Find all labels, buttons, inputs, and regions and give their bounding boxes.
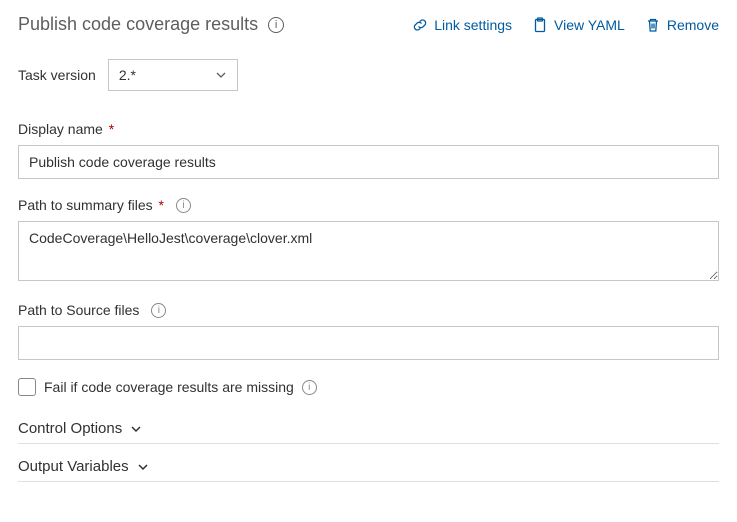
fail-missing-label: Fail if code coverage results are missin… (44, 379, 294, 395)
output-variables-section[interactable]: Output Variables (18, 458, 719, 482)
control-options-label: Control Options (18, 420, 122, 437)
chevron-down-icon (137, 461, 149, 473)
task-version-label: Task version (18, 67, 96, 83)
output-variables-label: Output Variables (18, 458, 129, 475)
remove-label: Remove (667, 17, 719, 33)
summary-path-label: Path to summary files (18, 197, 153, 213)
task-version-select[interactable]: 2.* (108, 59, 238, 91)
view-yaml-button[interactable]: View YAML (532, 17, 625, 33)
required-asterisk: * (105, 121, 114, 137)
chevron-down-icon (215, 69, 227, 81)
link-icon (412, 17, 428, 33)
task-version-value: 2.* (119, 67, 136, 83)
view-yaml-label: View YAML (554, 17, 625, 33)
remove-button[interactable]: Remove (645, 17, 719, 33)
link-settings-button[interactable]: Link settings (412, 17, 512, 33)
chevron-down-icon (130, 423, 142, 435)
trash-icon (645, 17, 661, 33)
summary-path-input[interactable] (18, 221, 719, 281)
required-asterisk: * (155, 197, 164, 213)
control-options-section[interactable]: Control Options (18, 420, 719, 444)
fail-missing-checkbox[interactable] (18, 378, 36, 396)
clipboard-icon (532, 17, 548, 33)
info-icon[interactable]: i (302, 380, 317, 395)
page-title: Publish code coverage results (18, 14, 258, 35)
source-path-input[interactable] (18, 326, 719, 360)
info-icon[interactable]: i (268, 17, 284, 33)
info-icon[interactable]: i (151, 303, 166, 318)
display-name-label: Display name (18, 121, 103, 137)
display-name-input[interactable] (18, 145, 719, 179)
link-settings-label: Link settings (434, 17, 512, 33)
info-icon[interactable]: i (176, 198, 191, 213)
source-path-label: Path to Source files (18, 302, 139, 318)
